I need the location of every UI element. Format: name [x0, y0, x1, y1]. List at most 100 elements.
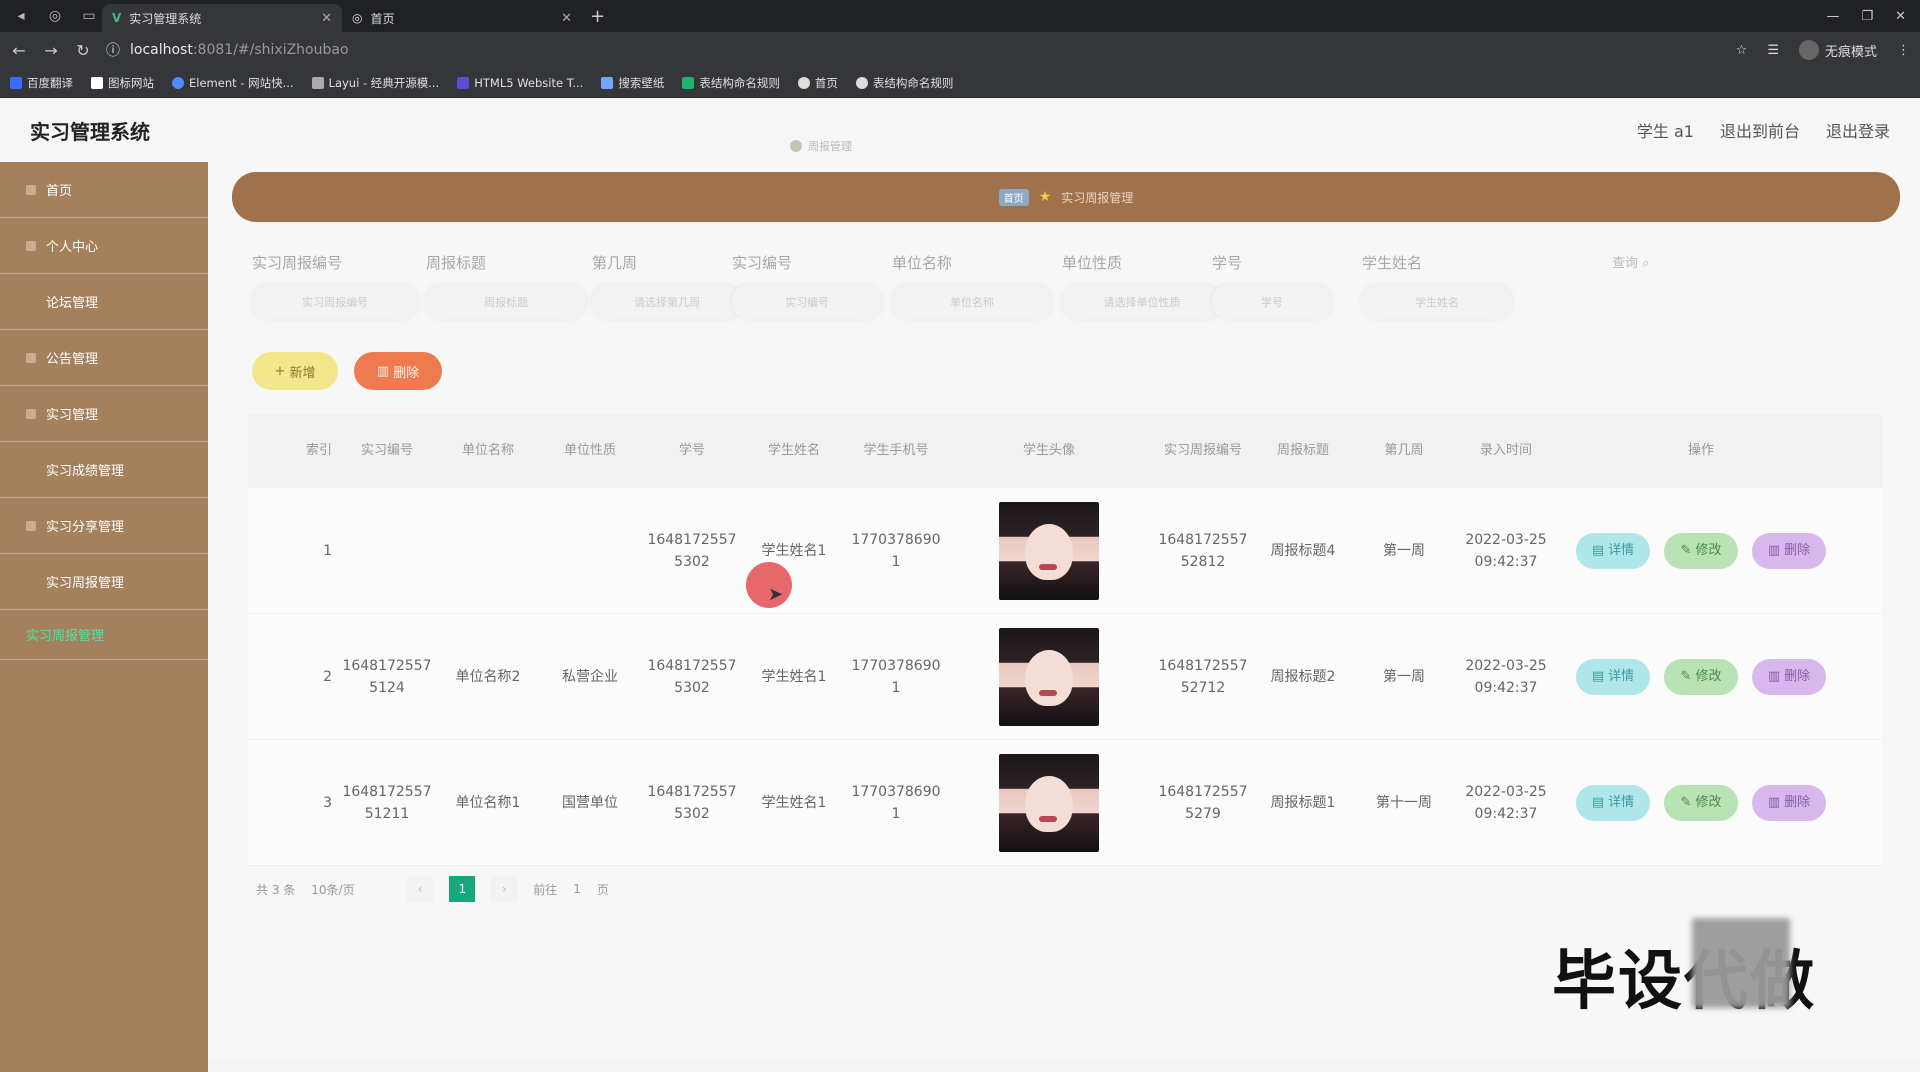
unit-input[interactable]: 单位名称 — [892, 285, 1052, 319]
student-no-input[interactable]: 学号 — [1212, 285, 1332, 319]
bookmark-item[interactable]: 搜索壁纸 — [601, 75, 664, 91]
cell-title: 周报标题1 — [1270, 794, 1336, 811]
cell-weekly-no: 164817255752712 — [1158, 657, 1248, 696]
col-student-name[interactable]: 学生姓名 — [742, 438, 846, 464]
sidebar-item-forum[interactable]: 论坛管理 — [0, 274, 208, 330]
week-select[interactable]: 请选择第几周 — [592, 285, 742, 319]
cell-student-no: 16481725575302 — [647, 531, 737, 570]
sidebar-item-share[interactable]: 实习分享管理 — [0, 498, 208, 554]
title-input[interactable]: 周报标题 — [426, 285, 586, 319]
bookmark-item[interactable]: 表结构命名规则 — [682, 75, 780, 91]
back-icon[interactable]: ← — [10, 41, 28, 60]
sidebar-item-notice[interactable]: 公告管理 — [0, 330, 208, 386]
student-name-input[interactable]: 学生姓名 — [1362, 285, 1512, 319]
document-icon: ▤ — [1591, 794, 1605, 810]
detail-button[interactable]: ▤ 详情 — [1576, 784, 1650, 821]
col-phone[interactable]: 学生手机号 — [846, 438, 946, 464]
page-button-current[interactable]: 1 — [449, 876, 476, 902]
back-history-icon[interactable]: ◂ — [8, 3, 34, 29]
bookmark-item[interactable]: HTML5 Website T... — [457, 76, 583, 90]
trash-icon: ▥ — [1767, 668, 1781, 684]
browser-tab-active[interactable]: V 实习管理系统 ✕ — [102, 4, 342, 32]
window-icon[interactable]: ▭ — [76, 3, 102, 29]
app-header: 实习管理系统 周报管理 学生 a1 退出到前台 退出登录 — [0, 98, 1920, 162]
nature-select[interactable]: 请选择单位性质 — [1062, 285, 1222, 319]
detail-button[interactable]: ▤ 详情 — [1576, 658, 1650, 695]
sidebar-item-label: 实习管理 — [46, 408, 99, 423]
batch-delete-button[interactable]: ▥ 删除 — [354, 352, 442, 390]
col-week[interactable]: 第几周 — [1352, 438, 1456, 464]
menu-icon[interactable]: ⋮ — [1897, 43, 1910, 58]
reading-list-icon[interactable]: ☰ — [1767, 43, 1779, 58]
sidebar-item-weekly[interactable]: 实习周报管理 — [0, 610, 208, 660]
sidebar-item-home[interactable]: 首页 — [0, 162, 208, 218]
url-host: localhost — [130, 42, 193, 58]
cell-title: 周报标题4 — [1270, 542, 1336, 559]
bookmark-item[interactable]: 表结构命名规则 — [855, 75, 953, 91]
close-icon[interactable]: ✕ — [561, 11, 572, 26]
cell-avatar — [946, 753, 1152, 852]
edit-button[interactable]: ✎ 修改 — [1664, 784, 1738, 821]
bookmark-item[interactable]: 首页 — [797, 75, 838, 91]
star-icon[interactable]: ☆ — [1736, 43, 1748, 58]
bookmark-item[interactable]: 图标网站 — [91, 75, 154, 91]
col-time[interactable]: 录入时间 — [1456, 438, 1556, 464]
col-title[interactable]: 周报标题 — [1254, 438, 1352, 464]
restore-icon[interactable]: ❐ — [1861, 9, 1873, 24]
sidebar-item-profile[interactable]: 个人中心 — [0, 218, 208, 274]
pagination: 共 3 条 10条/页 ‹ 1 › 前往 1 页 — [256, 876, 609, 902]
url-input[interactable]: ⓘ localhost:8081/#/shixiZhoubao — [106, 36, 1722, 64]
incognito-indicator[interactable]: 无痕模式 — [1798, 40, 1877, 60]
col-unit[interactable]: 单位名称 — [438, 438, 538, 464]
cell-phone: 1770378690 1 — [851, 783, 941, 822]
bookmark-item[interactable]: 百度翻译 — [10, 75, 73, 91]
goto-page-input[interactable]: 1 — [573, 882, 581, 896]
new-tab-icon[interactable]: + — [590, 6, 605, 27]
cell-student-name: 学生姓名1 — [761, 542, 827, 559]
col-shixi-no[interactable]: 实习编号 — [336, 438, 438, 464]
col-weekly-no[interactable]: 实习周报编号 — [1152, 438, 1254, 464]
filter-label: 实习编号 — [732, 254, 793, 272]
sidebar-item-grades[interactable]: 实习成绩管理 — [0, 442, 208, 498]
sidebar-item-weekly-group[interactable]: 实习周报管理 — [0, 554, 208, 610]
col-student-no[interactable]: 学号 — [642, 438, 742, 464]
col-nature[interactable]: 单位性质 — [538, 438, 642, 464]
close-icon[interactable]: ✕ — [321, 11, 332, 26]
query-button[interactable]: 查询 ⌕ — [1612, 252, 1649, 271]
minimize-icon[interactable]: — — [1826, 9, 1839, 24]
forward-icon[interactable]: → — [42, 41, 60, 60]
delete-button[interactable]: ▥ 删除 — [1752, 784, 1826, 821]
cell-time: 2022-03-25 09:42:37 — [1465, 783, 1547, 822]
edit-button[interactable]: ✎ 修改 — [1664, 658, 1738, 695]
prev-page-button[interactable]: ‹ — [407, 876, 434, 902]
back-to-front-link[interactable]: 退出到前台 — [1720, 118, 1800, 142]
shixi-no-input[interactable]: 实习编号 — [732, 285, 882, 319]
browser-tab[interactable]: ◎ 首页 ✕ — [342, 4, 582, 32]
cell-student-no: 16481725575302 — [647, 657, 737, 696]
detail-button[interactable]: ▤ 详情 — [1576, 532, 1650, 569]
current-user: 学生 a1 — [1636, 122, 1694, 141]
delete-button[interactable]: ▥ 删除 — [1752, 658, 1826, 695]
browser-tab-bar: ◂ ◎ ▭ V 实习管理系统 ✕ ◎ 首页 ✕ + — ❐ ✕ — [0, 0, 1920, 32]
student-avatar[interactable] — [999, 501, 1099, 600]
next-page-button[interactable]: › — [491, 876, 518, 902]
add-button[interactable]: + 新增 — [252, 352, 338, 390]
info-icon[interactable]: ⓘ — [106, 40, 120, 60]
edit-button[interactable]: ✎ 修改 — [1664, 532, 1738, 569]
report-icon — [26, 577, 36, 587]
col-avatar[interactable]: 学生头像 — [946, 438, 1152, 464]
weekly-no-input[interactable]: 实习周报编号 — [252, 285, 418, 319]
breadcrumb-home[interactable]: 首页 — [998, 188, 1029, 206]
page-size-select[interactable]: 10条/页 — [311, 881, 391, 898]
delete-button[interactable]: ▥ 删除 — [1752, 532, 1826, 569]
bookmark-item[interactable]: Layui - 经典开源模... — [311, 75, 439, 91]
student-avatar[interactable] — [999, 627, 1099, 726]
student-avatar[interactable] — [999, 753, 1099, 852]
bookmark-item[interactable]: Element - 网站快... — [172, 75, 294, 91]
logout-link[interactable]: 退出登录 — [1826, 118, 1890, 142]
reload-icon[interactable]: ↻ — [74, 41, 92, 60]
globe-icon[interactable]: ◎ — [42, 3, 68, 29]
sidebar-item-internship[interactable]: 实习管理 — [0, 386, 208, 442]
close-window-icon[interactable]: ✕ — [1895, 9, 1906, 24]
col-index[interactable]: 索引 — [248, 438, 336, 464]
